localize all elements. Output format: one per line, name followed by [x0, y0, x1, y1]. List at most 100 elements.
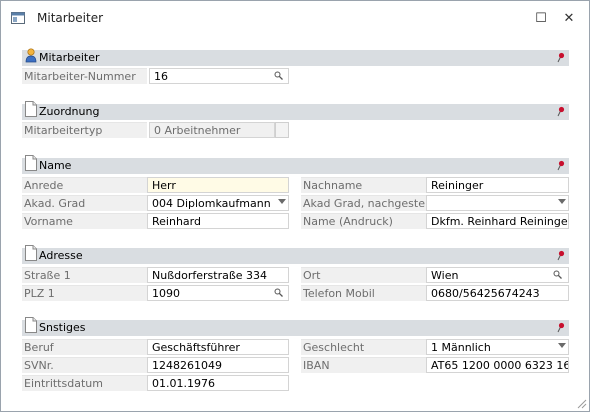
akad-grad-label: Akad. Grad: [22, 195, 147, 211]
chevron-down-icon[interactable]: [558, 199, 566, 204]
vorname-label: Vorname: [22, 213, 147, 229]
section-header[interactable]: Snstiges: [22, 317, 569, 336]
mitarbeiter-nummer-label: Mitarbeiter-Nummer: [22, 68, 147, 84]
section-title: Zuordnung: [39, 105, 100, 118]
nachname-label: Nachname: [301, 177, 426, 193]
telefon-mobil-value: 0680/56425674243: [431, 287, 540, 300]
row-mitarbeiter-nummer: Mitarbeiter-Nummer 16: [22, 68, 569, 84]
strasse-value: Nußdorferstraße 334: [152, 269, 268, 282]
plz-label: PLZ 1: [22, 285, 147, 301]
name-andruck-label: Name (Andruck): [301, 213, 426, 229]
search-icon[interactable]: [553, 270, 562, 279]
vorname-field[interactable]: Reinhard: [147, 213, 289, 229]
pin-icon[interactable]: [556, 160, 565, 171]
document-icon: [25, 155, 37, 171]
telefon-mobil-label: Telefon Mobil: [301, 285, 426, 301]
search-icon[interactable]: [274, 71, 283, 80]
section-header[interactable]: Zuordnung: [22, 101, 569, 120]
iban-value: AT65 1200 0000 6323 1654: [431, 359, 569, 372]
person-icon: [25, 48, 37, 63]
geschlecht-select[interactable]: 1 Männlich: [426, 339, 569, 355]
mitarbeitertyp-lookup-button[interactable]: [275, 122, 289, 138]
plz-field[interactable]: 1090: [147, 285, 289, 301]
nachname-value: Reininger: [431, 179, 484, 192]
section-zuordnung: Zuordnung Mitarbeitertyp 0 Arbeitnehmer: [22, 101, 569, 140]
maximize-icon: ☐: [535, 11, 547, 26]
beruf-label: Beruf: [22, 339, 147, 355]
strasse-label: Straße 1: [22, 267, 147, 283]
row-anrede: Anrede Herr Nachname Reininger: [22, 177, 569, 193]
iban-field[interactable]: AT65 1200 0000 6323 1654: [426, 357, 569, 373]
mitarbeiter-nummer-field[interactable]: 16: [149, 68, 289, 84]
window-app-icon: [11, 12, 25, 24]
row-strasse: Straße 1 Nußdorferstraße 334 Ort Wien: [22, 267, 569, 283]
vorname-value: Reinhard: [152, 215, 201, 228]
section-title: Mitarbeiter: [39, 51, 100, 64]
row-beruf: Beruf Geschäftsführer Geschlecht 1 Männl…: [22, 339, 569, 355]
akad-grad-select[interactable]: 004 Diplomkaufmann: [147, 195, 289, 211]
akad-grad-nachgestellt-label: Akad Grad, nachgestellt: [301, 195, 426, 211]
row-plz: PLZ 1 1090 Telefon Mobil 0680/5642567424…: [22, 285, 569, 301]
name-andruck-value: Dkfm. Reinhard Reininger: [431, 215, 569, 228]
row-vorname: Vorname Reinhard Name (Andruck) Dkfm. Re…: [22, 213, 569, 229]
section-title: Name: [39, 159, 72, 172]
pin-icon[interactable]: [556, 322, 565, 333]
plz-value: 1090: [152, 287, 180, 300]
anrede-field[interactable]: Herr: [147, 177, 289, 193]
beruf-field[interactable]: Geschäftsführer: [147, 339, 289, 355]
section-mitarbeiter: Mitarbeiter Mitarbeiter-Nummer 16: [22, 48, 569, 86]
row-akad-grad: Akad. Grad 004 Diplomkaufmann Akad Grad,…: [22, 195, 569, 211]
mitarbeitertyp-field[interactable]: 0 Arbeitnehmer: [149, 122, 275, 138]
beruf-value: Geschäftsführer: [152, 341, 240, 354]
name-andruck-field[interactable]: Dkfm. Reinhard Reininger: [426, 213, 569, 229]
mitarbeiter-nummer-value: 16: [154, 70, 168, 83]
row-eintrittsdatum: Eintrittsdatum 01.01.1976: [22, 375, 569, 391]
mitarbeitertyp-label: Mitarbeitertyp: [22, 122, 147, 138]
section-sonstiges: Snstiges Beruf Geschäftsführer Geschlech…: [22, 317, 569, 392]
chevron-down-icon[interactable]: [278, 199, 286, 204]
geschlecht-label: Geschlecht: [301, 339, 426, 355]
anrede-value: Herr: [152, 179, 176, 192]
section-title: Adresse: [39, 249, 83, 262]
chevron-down-icon[interactable]: [558, 343, 566, 348]
ort-field[interactable]: Wien: [426, 267, 569, 283]
pin-icon[interactable]: [556, 52, 565, 63]
document-icon: [25, 317, 37, 333]
close-button[interactable]: ✕: [557, 9, 581, 29]
section-name: Name Anrede Herr Nachname Reininger Akad…: [22, 155, 569, 230]
window-title: Mitarbeiter: [37, 11, 104, 25]
resize-grip-icon[interactable]: [575, 397, 587, 409]
section-header[interactable]: Name: [22, 155, 569, 174]
pin-icon[interactable]: [556, 106, 565, 117]
anrede-label: Anrede: [22, 177, 147, 193]
maximize-button[interactable]: ☐: [529, 9, 553, 29]
document-icon: [25, 101, 37, 117]
title-bar: Mitarbeiter ☐ ✕: [1, 1, 589, 37]
svnr-value: 1248261049: [152, 359, 222, 372]
close-icon: ✕: [563, 11, 575, 26]
telefon-mobil-field[interactable]: 0680/56425674243: [426, 285, 569, 301]
ort-label: Ort: [301, 267, 426, 283]
geschlecht-value: 1 Männlich: [431, 341, 491, 354]
nachname-field[interactable]: Reininger: [426, 177, 569, 193]
pin-icon[interactable]: [556, 250, 565, 261]
row-mitarbeitertyp: Mitarbeitertyp 0 Arbeitnehmer: [22, 122, 569, 138]
document-icon: [25, 245, 37, 261]
section-adresse: Adresse Straße 1 Nußdorferstraße 334 Ort…: [22, 245, 569, 302]
eintrittsdatum-value: 01.01.1976: [152, 377, 215, 390]
iban-label: IBAN: [301, 357, 426, 373]
akad-grad-nachgestellt-select[interactable]: [426, 195, 569, 211]
section-header[interactable]: Adresse: [22, 245, 569, 264]
section-header[interactable]: Mitarbeiter: [22, 48, 569, 66]
eintrittsdatum-label: Eintrittsdatum: [22, 375, 147, 391]
ort-value: Wien: [431, 269, 459, 282]
mitarbeitertyp-value: 0 Arbeitnehmer: [154, 124, 241, 137]
strasse-field[interactable]: Nußdorferstraße 334: [147, 267, 289, 283]
akad-grad-value: 004 Diplomkaufmann: [152, 197, 271, 210]
eintrittsdatum-field[interactable]: 01.01.1976: [147, 375, 289, 391]
row-svnr: SVNr. 1248261049 IBAN AT65 1200 0000 632…: [22, 357, 569, 373]
section-title: Snstiges: [39, 321, 86, 334]
employee-window: Mitarbeiter ☐ ✕ Mitarbeiter Mitarbeiter-…: [0, 0, 590, 412]
svnr-field[interactable]: 1248261049: [147, 357, 289, 373]
search-icon[interactable]: [274, 288, 283, 297]
